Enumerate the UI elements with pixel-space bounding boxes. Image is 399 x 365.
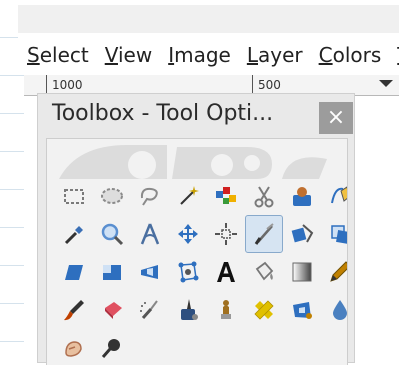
tool-area: [46, 138, 348, 365]
menu-mnemonic: L: [246, 43, 258, 67]
tool-button-move[interactable]: [169, 215, 207, 253]
tool-button-clone[interactable]: [207, 291, 245, 329]
menu-tools[interactable]: To: [387, 36, 399, 74]
tool-button-blur-sharpen[interactable]: [321, 291, 347, 329]
tool-button-bucket-fill[interactable]: [245, 253, 283, 291]
unified-transform-icon: [291, 224, 314, 243]
alignment-icon: [215, 223, 237, 245]
eraser-icon: [105, 302, 122, 319]
tool-button-cage-transform[interactable]: [169, 253, 207, 291]
scale-icon: [103, 265, 121, 280]
wilber-watermark-icon: [59, 145, 327, 179]
tool-button-crop[interactable]: [245, 215, 283, 253]
tool-button-select-by-color[interactable]: [207, 177, 245, 215]
scissors-select-icon: [254, 186, 274, 208]
free-select-icon: [140, 187, 158, 206]
ellipse-select-icon: [101, 188, 123, 204]
tool-button-paths[interactable]: [321, 177, 347, 215]
menu-image[interactable]: Image: [158, 36, 237, 74]
close-button[interactable]: ×: [319, 102, 353, 134]
tool-button-smudge[interactable]: [55, 329, 93, 365]
menu-label: iew: [117, 43, 153, 67]
pencil-icon: [330, 261, 347, 282]
tool-button-alignment[interactable]: [207, 215, 245, 253]
cage-transform-icon: [178, 261, 199, 283]
menu-label: elect: [39, 43, 89, 67]
ruler-tick: [46, 75, 47, 95]
menu-layer[interactable]: Layer: [237, 36, 309, 74]
tool-button-fuzzy-select[interactable]: [169, 177, 207, 215]
tool-button-measure[interactable]: [131, 215, 169, 253]
tool-button-scissors-select[interactable]: [245, 177, 283, 215]
menu-view[interactable]: View: [95, 36, 158, 74]
tool-button-rotate[interactable]: [321, 215, 347, 253]
ruler-label: 1000: [52, 78, 83, 92]
tool-button-perspective[interactable]: [131, 253, 169, 291]
menu-select[interactable]: Select: [18, 36, 95, 74]
blur-sharpen-icon: [333, 300, 347, 320]
menu-colors[interactable]: Colors: [309, 36, 388, 74]
heal-icon: [254, 300, 274, 320]
tool-button-dodge-burn[interactable]: [93, 329, 131, 365]
paths-icon: [331, 186, 347, 204]
menu-mnemonic: C: [318, 43, 333, 67]
tool-button-shear[interactable]: [55, 253, 93, 291]
dodge-burn-icon: [101, 339, 120, 358]
tool-button-zoom[interactable]: [93, 215, 131, 253]
measure-icon: [140, 223, 160, 245]
close-icon: ×: [326, 105, 346, 130]
toolbox-dialog: Toolbox - Tool Opti... ×: [37, 93, 355, 365]
select-by-color-icon: [216, 187, 236, 204]
tool-button-text[interactable]: [207, 253, 245, 291]
tool-button-rect-select[interactable]: [55, 177, 93, 215]
foreground-select-icon: [293, 187, 311, 206]
tool-button-scale[interactable]: [93, 253, 131, 291]
tool-button-blend[interactable]: [283, 253, 321, 291]
tool-button-unified-transform[interactable]: [283, 215, 321, 253]
perspective-icon: [141, 265, 158, 279]
clone-icon: [221, 300, 231, 319]
tool-button-pencil[interactable]: [321, 253, 347, 291]
menu-label: mage: [174, 43, 231, 67]
paintbrush-icon: [64, 300, 84, 321]
menu-label: olors: [332, 43, 382, 67]
tool-button-free-select[interactable]: [131, 177, 169, 215]
bucket-fill-icon: [255, 261, 274, 281]
smudge-icon: [65, 341, 82, 357]
airbrush-icon: [140, 300, 158, 319]
ink-icon: [181, 299, 198, 320]
fuzzy-select-icon: [180, 186, 199, 205]
text-icon: [217, 262, 235, 282]
color-picker-icon: [64, 226, 83, 245]
menu-mnemonic: S: [27, 43, 40, 67]
move-icon: [178, 224, 198, 244]
rect-select-icon: [64, 189, 84, 204]
shear-icon: [65, 265, 83, 280]
ruler-tick: [252, 75, 253, 95]
blend-icon: [292, 262, 312, 282]
tool-button-heal[interactable]: [245, 291, 283, 329]
rotate-icon: [331, 225, 347, 244]
tool-button-ellipse-select[interactable]: [93, 177, 131, 215]
toolbox-title: Toolbox - Tool Opti...: [52, 101, 274, 126]
tool-button-foreground-select[interactable]: [283, 177, 321, 215]
tool-button-paintbrush[interactable]: [55, 291, 93, 329]
tool-button-airbrush[interactable]: [131, 291, 169, 329]
window-titlebar: [18, 5, 399, 33]
crop-icon: [254, 223, 274, 245]
menu-label: ayer: [258, 43, 303, 67]
perspective-clone-icon: [293, 302, 312, 319]
tool-button-color-picker[interactable]: [55, 215, 93, 253]
tool-button-ink[interactable]: [169, 291, 207, 329]
zoom-icon: [101, 223, 124, 246]
ruler-label: 500: [258, 78, 281, 92]
tool-button-eraser[interactable]: [93, 291, 131, 329]
tool-grid: [55, 177, 347, 365]
ruler-menu-arrow-icon[interactable]: [379, 80, 393, 87]
tool-button-perspective-clone[interactable]: [283, 291, 321, 329]
menubar: Select View Image Layer Colors To: [18, 36, 399, 74]
menu-mnemonic: V: [104, 43, 118, 67]
